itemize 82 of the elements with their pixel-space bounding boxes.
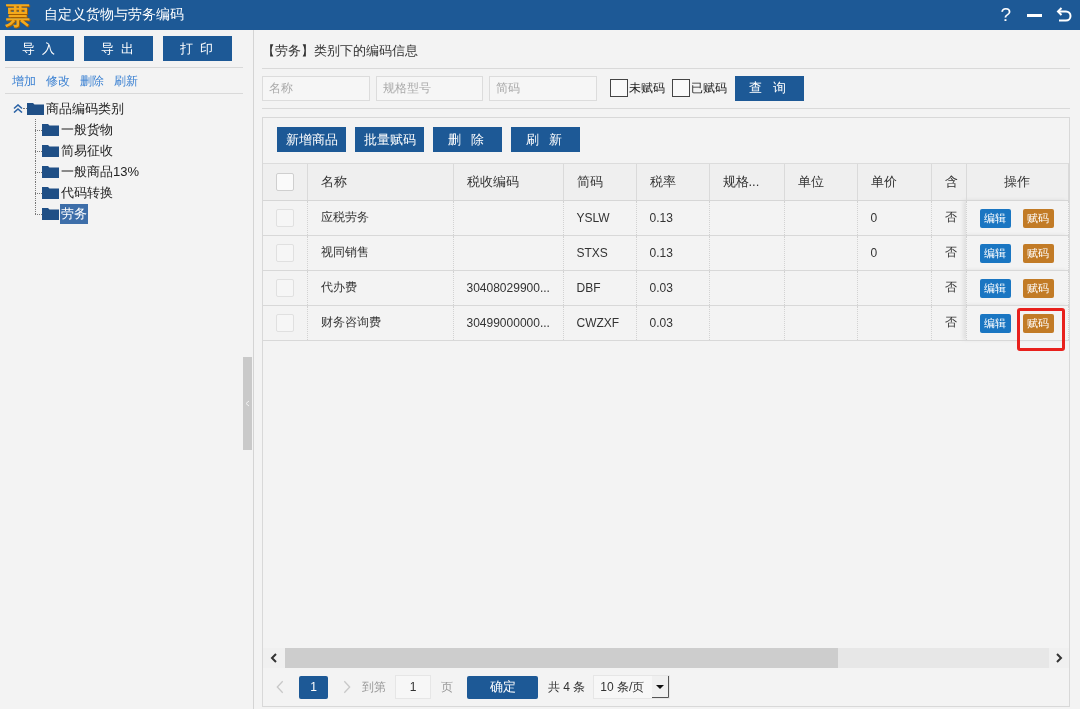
table-cell: 应税劳务 — [307, 200, 453, 235]
toolbar-button[interactable]: 批量赋码 — [355, 127, 424, 152]
folder-icon — [42, 123, 59, 136]
minimize-icon[interactable] — [1027, 13, 1042, 17]
confirm-button[interactable]: 确定 — [467, 675, 538, 699]
toolbar-button[interactable]: 删 除 — [433, 127, 502, 152]
checkbox[interactable] — [610, 79, 628, 97]
tree-item[interactable]: 劳务 — [60, 203, 88, 224]
column-header: 含 — [931, 164, 966, 200]
table-cell: 0 — [857, 235, 931, 270]
edit-button[interactable]: 编辑 — [979, 314, 1011, 333]
filter-field[interactable]: 规格型号 — [376, 75, 483, 101]
action-link[interactable]: 刷新 — [114, 72, 138, 90]
column-header: 单价 — [857, 164, 931, 200]
table-cell: 财务咨询费 — [307, 305, 453, 340]
dropdown-arrow-icon[interactable] — [652, 676, 670, 698]
page-input-field[interactable]: 1 — [395, 675, 431, 699]
tree-item[interactable]: 一般货物 — [60, 119, 114, 140]
scrollbar-thumb[interactable] — [285, 648, 838, 668]
tree-item[interactable]: 一般商品13% — [60, 161, 141, 182]
edit-button[interactable]: 编辑 — [979, 209, 1011, 228]
app-logo: 票 — [3, 1, 31, 29]
collapse-icon[interactable] — [13, 104, 23, 113]
query-button[interactable]: 查 询 — [735, 75, 804, 101]
column-header: 简码 — [563, 164, 636, 200]
column-header: 名称 — [307, 164, 453, 200]
table-cell: STXS — [563, 235, 636, 270]
column-header: 单位 — [784, 164, 857, 200]
chevron-right-icon[interactable] — [343, 680, 351, 694]
horizontal-scrollbar[interactable] — [285, 648, 1049, 668]
checkbox-label: 已赋码 — [691, 79, 727, 97]
table-cell: 代办费 — [307, 270, 453, 305]
table-cell: CWZXF — [563, 305, 636, 340]
tree-item[interactable]: 商品编码类别 — [45, 98, 125, 119]
column-header: 操作 — [966, 164, 1069, 200]
folder-icon — [27, 102, 44, 115]
table-cell: 0.13 — [636, 235, 709, 270]
edit-button[interactable]: 编辑 — [979, 279, 1011, 298]
back-arrow-icon[interactable] — [1056, 7, 1072, 23]
tree-item[interactable]: 简易征收 — [60, 140, 114, 161]
edit-button[interactable]: 编辑 — [979, 244, 1011, 263]
chevron-left-icon[interactable] — [276, 680, 284, 694]
toolbar-button[interactable]: 刷 新 — [511, 127, 580, 152]
table-cell: 0.03 — [636, 270, 709, 305]
action-link[interactable]: 删除 — [80, 72, 104, 90]
action-link[interactable]: 修改 — [46, 72, 70, 90]
page-button[interactable]: 1 — [299, 675, 328, 699]
toolbar-button[interactable]: 导 出 — [84, 36, 153, 61]
table-cell: YSLW — [563, 200, 636, 235]
table-cell: 0.13 — [636, 200, 709, 235]
table-cell: 0.03 — [636, 305, 709, 340]
checkbox[interactable] — [672, 79, 690, 97]
table-cell: 30408029900... — [453, 270, 563, 305]
column-header: 规格... — [709, 164, 784, 200]
folder-icon — [42, 186, 59, 199]
toolbar-button[interactable]: 新增商品 — [277, 127, 346, 152]
section-heading: 【劳务】类别下的编码信息 — [262, 43, 419, 59]
toolbar-button[interactable]: 导 入 — [5, 36, 74, 61]
toolbar-button[interactable]: 打 印 — [163, 36, 232, 61]
column-header: 税收编码 — [453, 164, 563, 200]
window-title: 自定义货物与劳务编码 — [44, 6, 184, 24]
checkbox-label: 未赋码 — [629, 79, 665, 97]
chevron-right-icon — [1055, 652, 1063, 664]
table-cell: 视同销售 — [307, 235, 453, 270]
folder-icon — [42, 165, 59, 178]
folder-icon — [42, 144, 59, 157]
page-label: 页 — [441, 678, 453, 696]
table-cell: 30499000000... — [453, 305, 563, 340]
goto-label: 到第 — [362, 678, 386, 696]
splitter-handle[interactable] — [243, 357, 252, 450]
folder-icon — [42, 207, 59, 220]
total-count: 共 4 条 — [548, 678, 586, 696]
help-button[interactable]: ? — [1000, 4, 1011, 26]
column-header: 税率 — [636, 164, 709, 200]
action-link[interactable]: 增加 — [12, 72, 36, 90]
table-cell: 0 — [857, 200, 931, 235]
chevron-left-icon — [270, 652, 278, 664]
table-cell: DBF — [563, 270, 636, 305]
tree-item[interactable]: 代码转换 — [60, 182, 114, 203]
page-size-select[interactable]: 10 条/页 — [593, 675, 671, 699]
filter-field[interactable]: 名称 — [262, 75, 370, 101]
filter-field[interactable]: 简码 — [489, 75, 597, 101]
